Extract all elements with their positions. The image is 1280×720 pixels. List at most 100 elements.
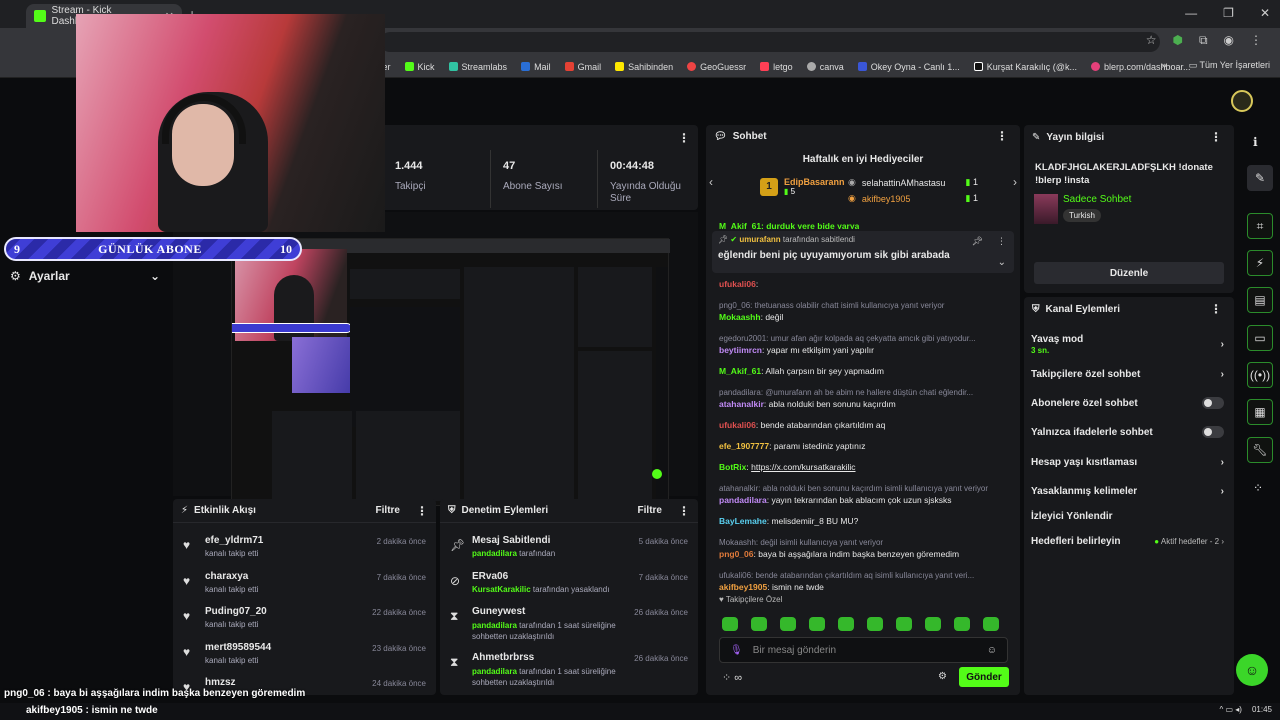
emote-icon[interactable]	[780, 617, 796, 631]
all-bookmarks[interactable]: ▭ Tüm Yer İşaretleri	[1189, 60, 1270, 71]
emote-icon[interactable]	[722, 617, 738, 631]
edit-button[interactable]: Düzenle	[1034, 262, 1224, 284]
slow-mode-row[interactable]: Yavaş mod 3 sn. ›	[1031, 332, 1224, 356]
shield-icon[interactable]: ⬢	[1172, 33, 1182, 48]
bookmark-mail[interactable]: Mail	[521, 62, 551, 72]
gifter-name[interactable]: selahattinAMhastasu	[862, 178, 946, 188]
microphone-icon[interactable]: 🎙︎	[730, 645, 743, 656]
user-avatar[interactable]	[1231, 90, 1253, 112]
user-name[interactable]: efe_yldrm71	[205, 535, 263, 546]
infinity-icon[interactable]: ⁘ ∞	[722, 671, 742, 684]
chat-icon[interactable]: ▭	[1247, 325, 1273, 351]
banned-words-row[interactable]: Yasaklanmış kelimeler ›	[1031, 484, 1224, 498]
emote-icon[interactable]	[954, 617, 970, 631]
broadcast-icon[interactable]: ((•))	[1247, 362, 1273, 388]
edit-icon[interactable]: ✎	[1247, 165, 1273, 191]
filter-button[interactable]: Filtre	[376, 505, 400, 516]
chat-username[interactable]: ufukali06	[719, 420, 756, 430]
emote-icon[interactable]	[838, 617, 854, 631]
chat-username[interactable]: BotRix	[719, 462, 746, 472]
bookmark-canva[interactable]: canva	[806, 62, 844, 72]
menu-icon[interactable]: ⋮	[1250, 33, 1262, 48]
bookmark-okey[interactable]: Okey Oyna - Canlı 1...	[857, 62, 960, 72]
bookmark-geoguessr[interactable]: GeoGuessr	[687, 62, 746, 72]
restore-icon[interactable]: ❐	[1223, 6, 1234, 20]
more-icon[interactable]: ⋮	[1210, 302, 1222, 316]
chat-username[interactable]: atahanalkir	[719, 399, 764, 409]
more-icon[interactable]: ⋮	[678, 504, 690, 518]
emoji-icon[interactable]: ☺	[987, 645, 997, 656]
emotes-chat-toggle[interactable]	[1202, 426, 1224, 438]
user-name[interactable]: hmzsz	[205, 677, 236, 688]
url-input[interactable]	[380, 32, 1160, 52]
chat-username[interactable]: beytiimrcn	[719, 345, 762, 355]
followers-chat-row[interactable]: Takipçilere özel sohbet ›	[1031, 367, 1224, 381]
help-icon[interactable]: ☺	[1236, 654, 1268, 686]
chat-username[interactable]: M_Akif_61	[719, 366, 761, 376]
bookmark-tiktok[interactable]: Kurşat Karakılıç (@k...	[973, 62, 1077, 72]
chat-username[interactable]: BayLemahe	[719, 516, 767, 526]
lightning-icon[interactable]: ⚡	[1247, 250, 1273, 276]
moderator-name[interactable]: pandadilara	[472, 621, 517, 630]
close-window-icon[interactable]: ✕	[1260, 6, 1270, 20]
chevron-down-icon[interactable]: ⌄	[998, 257, 1006, 268]
bookmark-kick[interactable]: Kick	[404, 62, 435, 72]
more-icon[interactable]: ⋮	[678, 131, 690, 145]
subs-chat-toggle[interactable]	[1202, 397, 1224, 409]
unpin-icon[interactable]: 📌︎	[972, 236, 983, 247]
emote-icon[interactable]	[751, 617, 767, 631]
user-name[interactable]: mert89589544	[205, 642, 271, 653]
bookmark-streamlabs[interactable]: Streamlabs	[448, 62, 507, 72]
more-bookmarks-icon[interactable]: »	[1162, 60, 1167, 71]
chat-username[interactable]: png0_06	[719, 549, 754, 559]
bookmark-letgo[interactable]: letgo	[760, 62, 793, 72]
moderator-name[interactable]: pandadilara	[472, 667, 517, 676]
chat-username[interactable]: akifbey1905	[719, 582, 767, 592]
user-name[interactable]: charaxya	[205, 571, 258, 582]
user-name[interactable]: Ahmetbrbrss	[472, 652, 632, 663]
wrench-icon[interactable]: 🔧︎	[1247, 437, 1273, 463]
category-name[interactable]: Sadece Sohbet	[1063, 194, 1131, 205]
crop-icon[interactable]: ⌗	[1247, 213, 1273, 239]
document-icon[interactable]: ▤	[1247, 287, 1273, 313]
profile-avatar[interactable]: ◉	[1224, 33, 1234, 48]
moderator-name[interactable]: KursatKarakilic	[472, 585, 531, 594]
emote-icon[interactable]	[809, 617, 825, 631]
more-icon[interactable]: ⋮	[416, 504, 428, 518]
redirect-viewers-row[interactable]: İzleyici Yönlendir	[1031, 509, 1224, 523]
emote-icon[interactable]	[867, 617, 883, 631]
user-name[interactable]: ERva06	[472, 571, 609, 582]
user-name[interactable]: Puding07_20	[205, 606, 267, 617]
bookmark-sahibinden[interactable]: Sahibinden	[615, 62, 673, 72]
chat-username[interactable]: efe_1907777	[719, 441, 769, 451]
chat-input[interactable]: 🎙︎ Bir mesaj gönderin ☺	[719, 637, 1008, 663]
gifter-name[interactable]: EdipBasarann	[784, 177, 845, 187]
moderator-name[interactable]: pandadilara	[472, 549, 517, 558]
pinned-by-user[interactable]: umurafann	[739, 235, 780, 244]
sidebar-item-settings[interactable]: ⚙ Ayarlar ⌄	[10, 266, 160, 286]
chevron-left-icon[interactable]: ‹	[709, 175, 713, 189]
send-button[interactable]: Gönder	[959, 667, 1009, 687]
user-name[interactable]: Guneywest	[472, 606, 632, 617]
filter-button[interactable]: Filtre	[638, 505, 662, 516]
chat-username[interactable]: Mokaashh	[719, 312, 761, 322]
chat-username[interactable]: pandadilara	[719, 495, 767, 505]
info-icon[interactable]: ℹ	[1253, 135, 1258, 149]
emote-icon[interactable]	[983, 617, 999, 631]
more-icon[interactable]: ⋮	[996, 129, 1008, 143]
account-age-row[interactable]: Hesap yaşı kısıtlaması ›	[1031, 455, 1224, 469]
dots-icon[interactable]: ⁘	[1253, 481, 1263, 495]
layout-icon[interactable]: ▦	[1247, 399, 1273, 425]
emote-icon[interactable]	[896, 617, 912, 631]
minimize-icon[interactable]: —	[1185, 6, 1197, 20]
gifter-name[interactable]: akifbey1905	[862, 194, 911, 204]
chevron-right-icon[interactable]: ›	[1013, 175, 1017, 189]
star-icon[interactable]: ☆	[1146, 33, 1157, 48]
tray-icons[interactable]: ^ ▭ ◂)	[1220, 705, 1242, 714]
gear-icon[interactable]: ⚙	[938, 671, 947, 682]
more-icon[interactable]: ⋮	[1210, 130, 1222, 144]
chat-username[interactable]: ufukali06	[719, 279, 756, 289]
emote-icon[interactable]	[925, 617, 941, 631]
more-icon[interactable]: ⋮	[997, 236, 1006, 247]
bookmark-gmail[interactable]: Gmail	[564, 62, 601, 72]
